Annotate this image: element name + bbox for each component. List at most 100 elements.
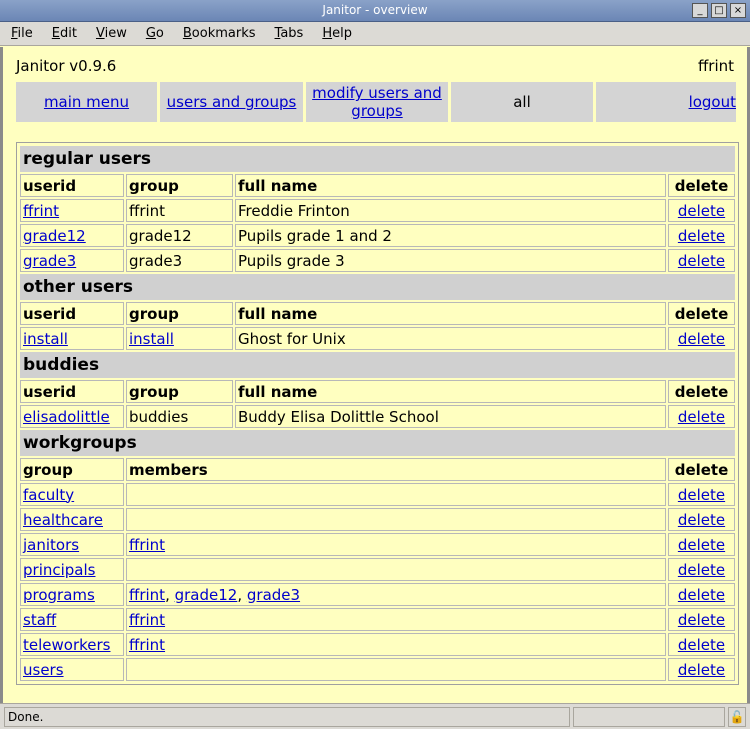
section-other-users: other users bbox=[20, 274, 735, 300]
menu-go[interactable]: Go bbox=[135, 26, 172, 41]
member-link[interactable]: ffrint bbox=[129, 611, 165, 629]
nav-cell-main-menu: main menu bbox=[16, 82, 157, 122]
menu-help[interactable]: Help bbox=[311, 26, 360, 41]
table-row: staff ffrint delete bbox=[20, 608, 735, 631]
member-link[interactable]: grade3 bbox=[247, 586, 300, 604]
nav-cell-modify: modify users and groups bbox=[306, 82, 448, 122]
nav-cell-users-groups: users and groups bbox=[160, 82, 303, 122]
menu-view[interactable]: View bbox=[85, 26, 135, 41]
workgroup-link[interactable]: janitors bbox=[23, 536, 79, 554]
delete-link[interactable]: delete bbox=[678, 511, 725, 529]
page-header: Janitor v0.9.6 ffrint bbox=[16, 57, 734, 75]
table-row: grade3 grade3 Pupils grade 3 delete bbox=[20, 249, 735, 272]
menubar: File Edit View Go Bookmarks Tabs Help bbox=[0, 22, 750, 46]
members-cell bbox=[126, 483, 666, 506]
minimize-button[interactable]: _ bbox=[692, 3, 708, 18]
header-delete: delete bbox=[668, 302, 735, 325]
workgroup-link[interactable]: principals bbox=[23, 561, 95, 579]
group-cell: grade3 bbox=[126, 249, 233, 272]
delete-link[interactable]: delete bbox=[678, 536, 725, 554]
overview-table: regular users userid group full name del… bbox=[16, 142, 739, 685]
userid-link[interactable]: grade3 bbox=[23, 252, 76, 270]
header-userid: userid bbox=[20, 380, 124, 403]
table-header-row: userid group full name delete bbox=[20, 302, 735, 325]
modify-users-and-groups-link[interactable]: modify users and groups bbox=[306, 84, 448, 120]
status-text: Done. bbox=[4, 707, 570, 727]
header-group: group bbox=[20, 458, 124, 481]
table-row: install install Ghost for Unix delete bbox=[20, 327, 735, 350]
delete-link[interactable]: delete bbox=[678, 661, 725, 679]
member-link[interactable]: ffrint bbox=[129, 536, 165, 554]
section-regular-users: regular users bbox=[20, 146, 735, 172]
members-cell: ffrint, grade12, grade3 bbox=[126, 583, 666, 606]
close-button[interactable]: × bbox=[730, 3, 746, 18]
full-name-cell: Buddy Elisa Dolittle School bbox=[235, 405, 666, 428]
table-row: users delete bbox=[20, 658, 735, 681]
table-row: elisadolittle buddies Buddy Elisa Dolitt… bbox=[20, 405, 735, 428]
maximize-button[interactable]: □ bbox=[711, 3, 727, 18]
workgroup-link[interactable]: programs bbox=[23, 586, 95, 604]
delete-link[interactable]: delete bbox=[678, 330, 725, 348]
table-row: grade12 grade12 Pupils grade 1 and 2 del… bbox=[20, 224, 735, 247]
header-members: members bbox=[126, 458, 666, 481]
group-cell: grade12 bbox=[126, 224, 233, 247]
delete-link[interactable]: delete bbox=[678, 227, 725, 245]
header-group: group bbox=[126, 174, 233, 197]
header-full-name: full name bbox=[235, 302, 666, 325]
menu-bookmarks[interactable]: Bookmarks bbox=[172, 26, 264, 41]
delete-link[interactable]: delete bbox=[678, 561, 725, 579]
delete-link[interactable]: delete bbox=[678, 252, 725, 270]
logout-link[interactable]: logout bbox=[689, 93, 736, 111]
delete-link[interactable]: delete bbox=[678, 408, 725, 426]
menu-edit[interactable]: Edit bbox=[41, 26, 85, 41]
table-header-row: userid group full name delete bbox=[20, 380, 735, 403]
members-cell: ffrint bbox=[126, 608, 666, 631]
table-row: ffrint ffrint Freddie Frinton delete bbox=[20, 199, 735, 222]
workgroup-link[interactable]: faculty bbox=[23, 486, 74, 504]
delete-link[interactable]: delete bbox=[678, 486, 725, 504]
header-userid: userid bbox=[20, 302, 124, 325]
userid-link[interactable]: ffrint bbox=[23, 202, 59, 220]
main-menu-link[interactable]: main menu bbox=[44, 93, 129, 111]
window-titlebar: Janitor - overview _ □ × bbox=[0, 0, 750, 22]
full-name-cell: Freddie Frinton bbox=[235, 199, 666, 222]
table-row: teleworkers ffrint delete bbox=[20, 633, 735, 656]
header-full-name: full name bbox=[235, 380, 666, 403]
members-cell bbox=[126, 658, 666, 681]
workgroup-link[interactable]: healthcare bbox=[23, 511, 103, 529]
member-link[interactable]: ffrint bbox=[129, 636, 165, 654]
page-content: Janitor v0.9.6 ffrint main menu users an… bbox=[0, 47, 750, 703]
workgroup-link[interactable]: users bbox=[23, 661, 64, 679]
delete-link[interactable]: delete bbox=[678, 611, 725, 629]
member-link[interactable]: grade12 bbox=[175, 586, 238, 604]
nav-cell-all: all bbox=[451, 82, 593, 122]
table-row: faculty delete bbox=[20, 483, 735, 506]
workgroups-body: faculty delete healthcare delete janitors ffr… bbox=[20, 483, 735, 681]
userid-link[interactable]: grade12 bbox=[23, 227, 86, 245]
header-delete: delete bbox=[668, 380, 735, 403]
full-name-cell: Pupils grade 1 and 2 bbox=[235, 224, 666, 247]
delete-link[interactable]: delete bbox=[678, 636, 725, 654]
group-cell: ffrint bbox=[126, 199, 233, 222]
table-row: janitors ffrint delete bbox=[20, 533, 735, 556]
workgroup-link[interactable]: staff bbox=[23, 611, 56, 629]
members-cell: ffrint bbox=[126, 533, 666, 556]
full-name-cell: Ghost for Unix bbox=[235, 327, 666, 350]
status-progress bbox=[573, 707, 725, 727]
nav-cell-logout: logout bbox=[596, 82, 736, 122]
nav-bar: main menu users and groups modify users … bbox=[16, 82, 736, 122]
group-link[interactable]: install bbox=[129, 330, 174, 348]
workgroup-link[interactable]: teleworkers bbox=[23, 636, 110, 654]
group-cell: buddies bbox=[126, 405, 233, 428]
menu-tabs[interactable]: Tabs bbox=[264, 26, 312, 41]
member-link[interactable]: ffrint bbox=[129, 586, 165, 604]
header-group: group bbox=[126, 302, 233, 325]
header-group: group bbox=[126, 380, 233, 403]
userid-link[interactable]: install bbox=[23, 330, 68, 348]
current-user: ffrint bbox=[697, 57, 734, 75]
delete-link[interactable]: delete bbox=[678, 586, 725, 604]
menu-file[interactable]: File bbox=[0, 26, 41, 41]
delete-link[interactable]: delete bbox=[678, 202, 725, 220]
users-and-groups-link[interactable]: users and groups bbox=[167, 93, 297, 111]
userid-link[interactable]: elisadolittle bbox=[23, 408, 110, 426]
